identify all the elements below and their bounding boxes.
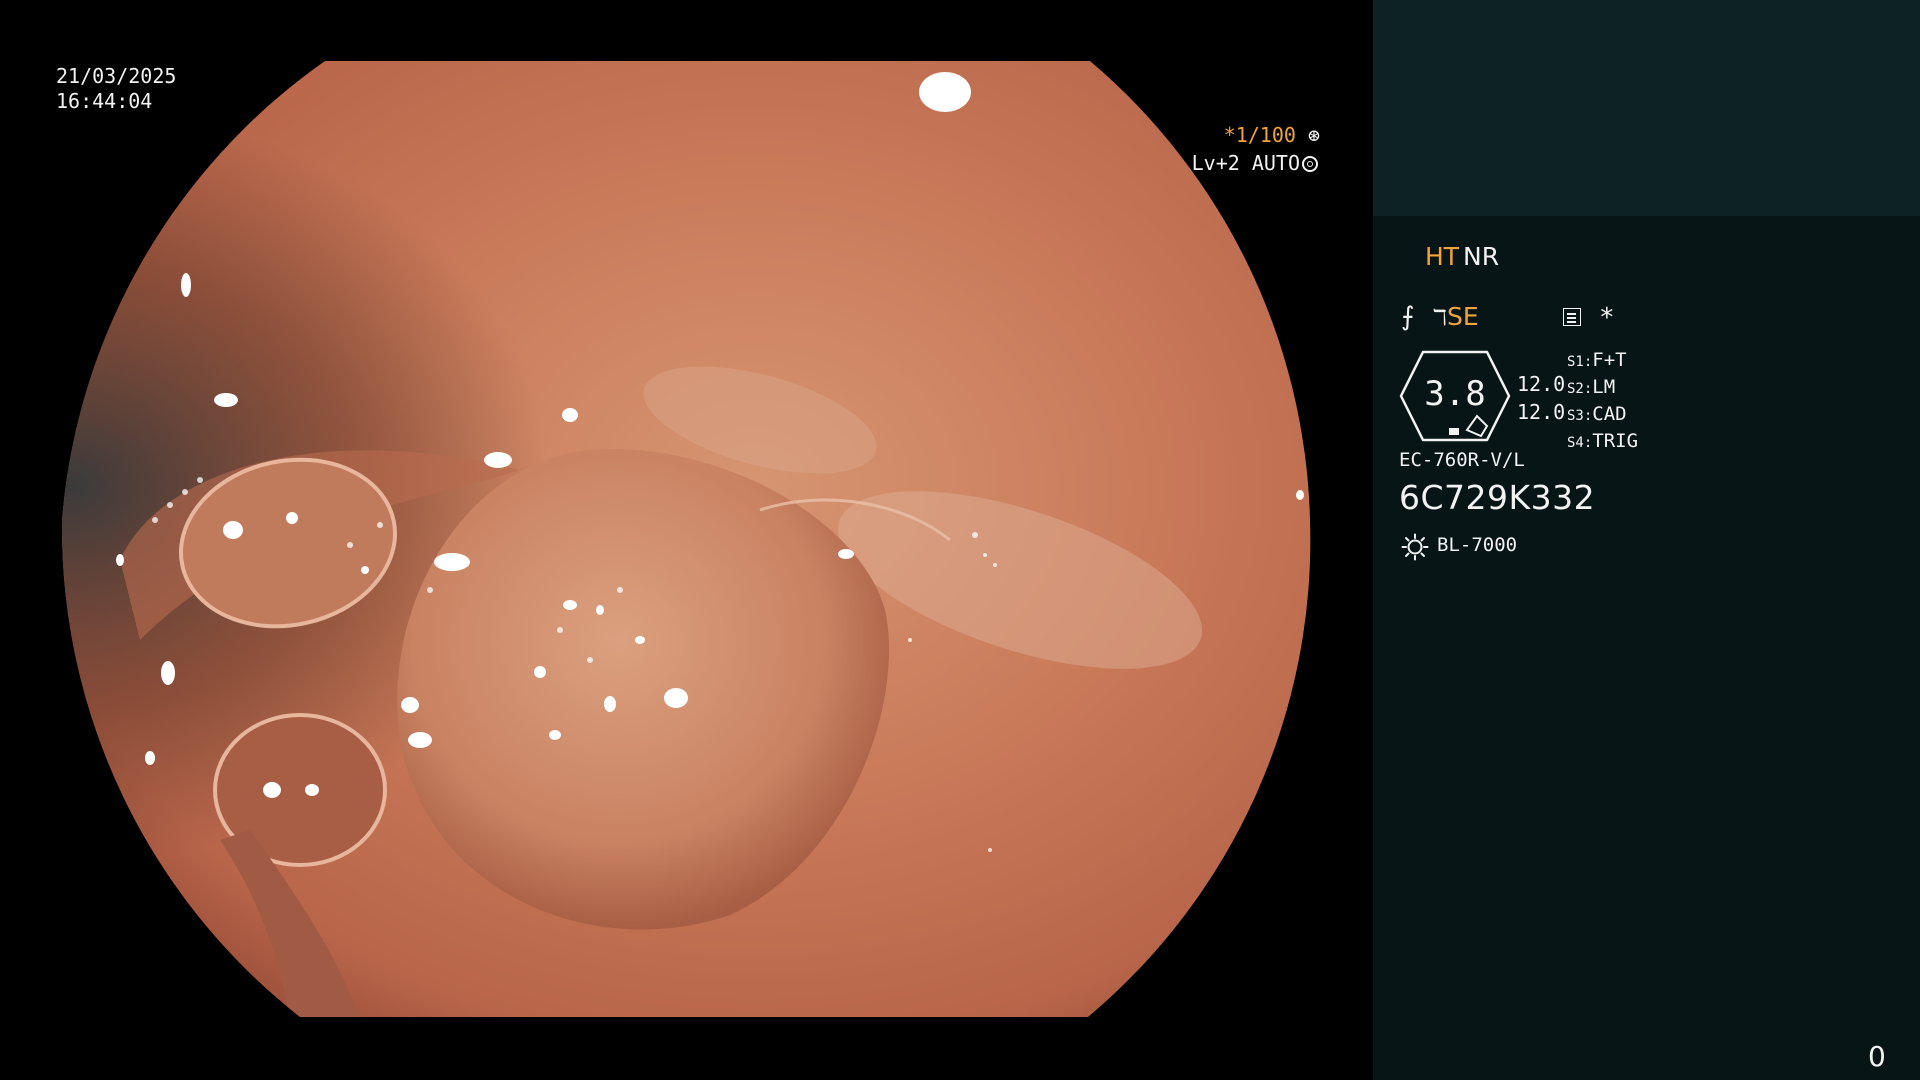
s2-key: S2: <box>1567 381 1593 397</box>
s2-value: LM <box>1592 376 1616 398</box>
date-text: 21/03/2025 <box>56 64 177 88</box>
ring-icon <box>1302 156 1318 172</box>
menu-icon <box>1563 308 1581 326</box>
level-text: Lv+2 AUTO <box>1191 151 1300 175</box>
f-icon: ⨍ <box>1401 302 1415 332</box>
serial-number: 6C729K332 <box>1399 478 1596 517</box>
s1-key: S1: <box>1567 354 1593 370</box>
s4-value: TRIG <box>1592 430 1639 452</box>
frame-counter: 0 <box>1868 1040 1886 1073</box>
endoscope-view-area: 21/03/2025 16:44:04 *1/100 ⊛ Lv+2 AUTO <box>0 0 1373 1080</box>
light-source-label: BL-7000 <box>1437 534 1518 556</box>
se-text: SE <box>1446 302 1479 331</box>
value-2: 12.0 <box>1517 400 1566 424</box>
star-indicator: * <box>1599 303 1615 333</box>
value-1: 12.0 <box>1517 372 1566 396</box>
ht-indicator: HT <box>1425 242 1460 271</box>
date-time-readout: 21/03/2025 16:44:04 <box>56 64 176 114</box>
scope-model: EC-760R-V/L <box>1399 449 1525 471</box>
s4-key: S4: <box>1567 435 1593 451</box>
scope-icon: ℸ <box>1432 306 1447 331</box>
gauge-value: 3.8 <box>1424 374 1486 414</box>
nr-indicator: NR <box>1463 242 1500 271</box>
s3-key: S3: <box>1567 408 1593 424</box>
s1-value: F+T <box>1592 349 1627 371</box>
value-stack: 12.0 12.0 <box>1517 370 1565 426</box>
s3-value: CAD <box>1592 403 1627 425</box>
lamp-icon <box>1401 533 1429 561</box>
scope-switch-list: S1:F+T S2:LM S3:CAD S4:TRIG <box>1567 348 1638 456</box>
brightness-level-readout: Lv+2 AUTO <box>1140 126 1318 201</box>
time-text: 16:44:04 <box>56 89 153 113</box>
panel-top-block <box>1373 0 1920 216</box>
info-panel: HT NR ℸSE ⨍ * 3.8 12.0 12.0 S1:F+T S2:LM… <box>1373 0 1920 1080</box>
